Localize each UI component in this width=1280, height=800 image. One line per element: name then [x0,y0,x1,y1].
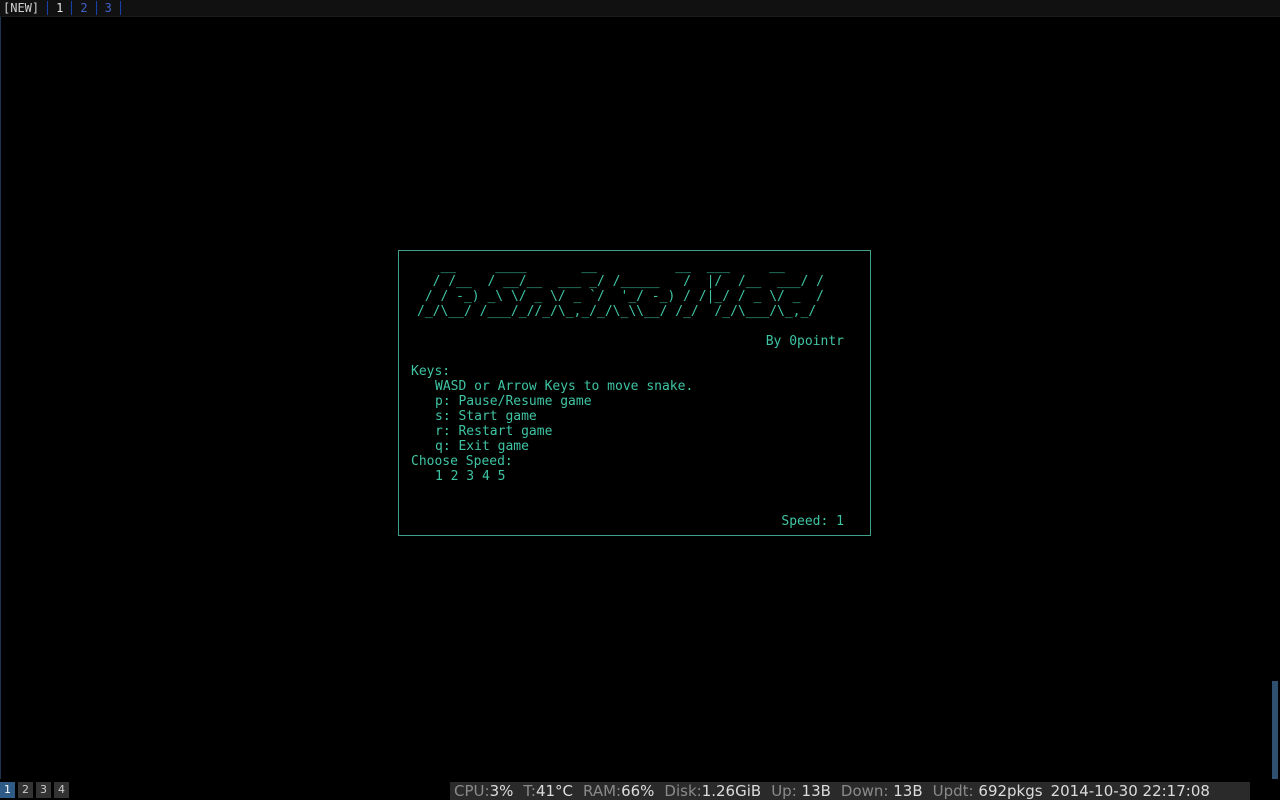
key-help-start: s: Start game [435,409,537,424]
scrollbar-thumb[interactable] [1272,681,1278,779]
clock: 2014-10-30 22:17:08 [1050,782,1210,800]
tab-3[interactable]: 3 [97,1,121,15]
workspace-1-button[interactable]: 1 [0,782,15,798]
ram-value: 66% [621,782,655,800]
disk-usage: Disk:1.26GiB [664,782,761,800]
down-value: 13B [893,782,923,800]
cpu-value: 3% [489,782,514,800]
temp-value: 41°C [535,782,573,800]
up-label: Up: [771,782,797,800]
terminal-tab-bar: [NEW] 1 2 3 [0,0,1280,17]
controls-help: Keys: WASD or Arrow Keys to move snake. … [411,364,693,484]
temp-label: T: [523,782,536,800]
package-updates: Updt: 692pkgs [933,782,1043,800]
temperature: T:41°C [523,782,573,800]
tab-2[interactable]: 2 [72,1,97,15]
current-speed-indicator: Speed: 1 [781,514,844,529]
key-help-exit: q: Exit game [435,439,529,454]
workspace-4-button[interactable]: 4 [54,782,69,798]
game-menu-panel: __ ____ __ __ ___ __ / /__ / __/__ ___ _… [398,250,871,536]
system-status-bar: 1 2 3 4 CPU:3% T:41°C RAM:66% Disk:1.26G… [0,781,1280,800]
upload-rate: Up: 13B [771,782,831,800]
workspace-2-button[interactable]: 2 [18,782,33,798]
download-rate: Down: 13B [841,782,923,800]
key-help-restart: r: Restart game [435,424,553,439]
new-tab-button[interactable]: [NEW] [0,1,49,15]
disk-value: 1.26GiB [701,782,762,800]
game-logo-ascii-art: __ ____ __ __ ___ __ / /__ / __/__ ___ _… [417,259,824,319]
terminal-scrollbar[interactable] [1272,17,1278,779]
disk-label: Disk: [664,782,702,800]
up-value: 13B [801,782,831,800]
updt-label: Updt: [932,782,974,800]
speed-options: 1 2 3 4 5 [435,469,506,484]
down-label: Down: [840,782,889,800]
ram-usage: RAM:66% [583,782,654,800]
key-help-move: WASD or Arrow Keys to move snake. [435,379,694,394]
ram-label: RAM: [583,782,622,800]
system-info-panel: CPU:3% T:41°C RAM:66% Disk:1.26GiB Up: 1… [450,782,1250,800]
speed-heading: Choose Speed: [411,454,513,469]
updt-value: 692pkgs [978,782,1043,800]
workspace-3-button[interactable]: 3 [36,782,51,798]
tab-1[interactable]: 1 [48,1,73,15]
key-help-pause: p: Pause/Resume game [435,394,592,409]
cpu-label: CPU: [454,782,490,800]
author-credit: By 0pointr [765,334,844,349]
workspace-switcher: 1 2 3 4 [0,782,72,798]
keys-heading: Keys: [411,364,451,379]
cpu-usage: CPU:3% [454,782,513,800]
